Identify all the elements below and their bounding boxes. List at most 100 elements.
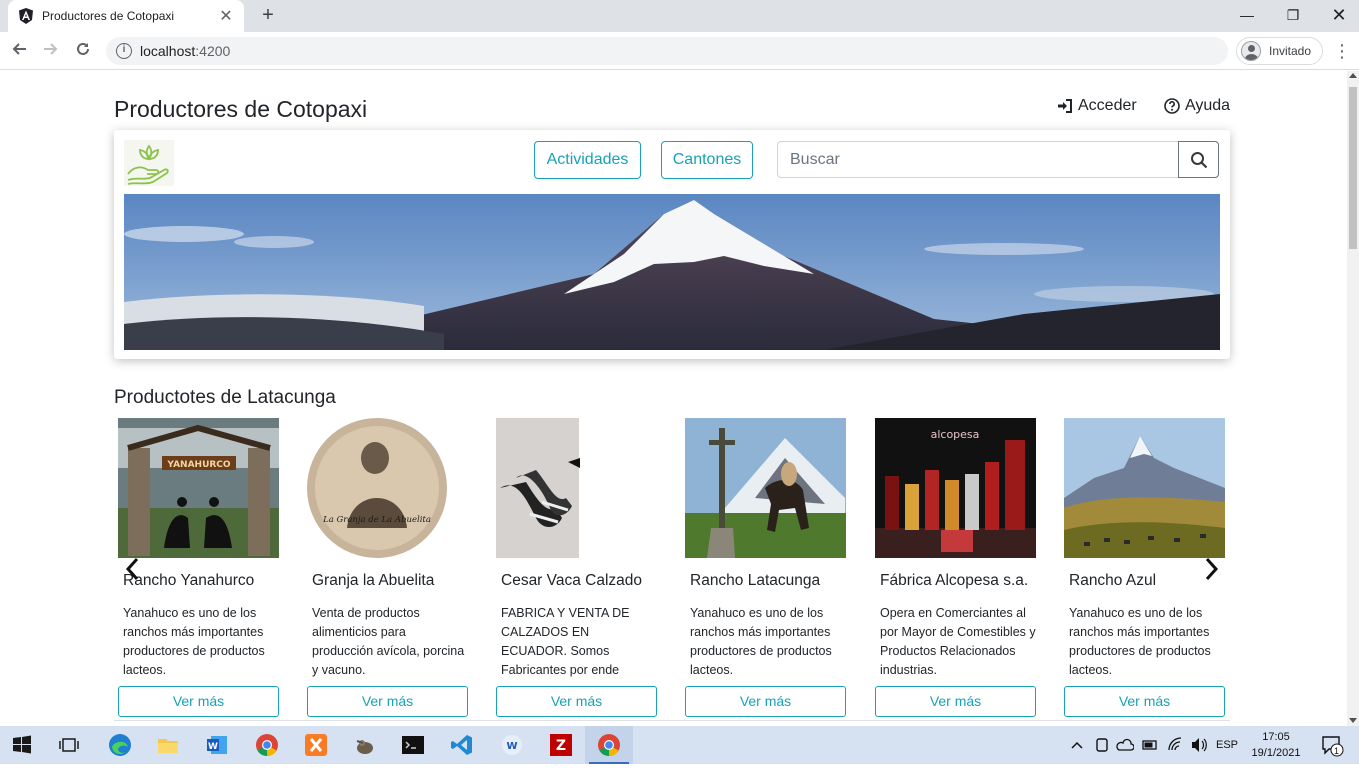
browser-tab-strip: Productores de Cotopaxi ✕ + — ❐ ✕ [0, 0, 1359, 32]
avatar-icon [1241, 41, 1261, 61]
producer-card: Cesar Vaca Calzado FABRICA Y VENTA DE CA… [496, 418, 657, 717]
file-explorer-icon[interactable] [156, 733, 180, 757]
card-title: Fábrica Alcopesa s.a. [880, 572, 1029, 589]
profile-button[interactable]: Invitado [1236, 37, 1323, 65]
help-link[interactable]: Ayuda [1164, 97, 1230, 115]
browser-toolbar: i localhost:4200 Invitado ⋮ [0, 32, 1359, 70]
new-tab-button[interactable]: + [256, 4, 280, 28]
mountain-horses-image[interactable] [1064, 418, 1225, 558]
search-icon [1190, 151, 1207, 168]
card-title: Granja la Abuelita [312, 572, 435, 589]
tab-title: Productores de Cotopaxi [42, 9, 175, 23]
task-view-icon[interactable] [57, 733, 81, 757]
sign-in-icon [1058, 99, 1072, 113]
chrome-active-icon [598, 734, 620, 756]
url-host: localhost [140, 43, 196, 59]
clock-time: 17:05 [1262, 731, 1290, 743]
window-close-icon[interactable]: ✕ [1316, 0, 1359, 32]
granja-logo-text: La Granja de La Abuelita [322, 515, 431, 525]
login-link[interactable]: Acceder [1057, 97, 1137, 115]
help-label: Ayuda [1185, 97, 1231, 114]
minimize-icon[interactable]: — [1224, 0, 1270, 32]
wifi-icon[interactable] [1166, 726, 1184, 764]
gimp-icon[interactable] [353, 733, 377, 757]
liquor-bottles-image[interactable]: alcopesa [875, 418, 1036, 558]
view-more-button[interactable]: Ver más [685, 686, 846, 717]
card-title: Cesar Vaca Calzado [501, 572, 643, 589]
section-title: Productotes de Latacunga [114, 387, 336, 408]
view-more-button[interactable]: Ver más [496, 686, 657, 717]
vscode-icon[interactable] [450, 733, 474, 757]
search-input[interactable]: Buscar [778, 142, 1178, 177]
lotus-hand-icon [127, 144, 169, 185]
language-indicator[interactable]: ESP [1216, 726, 1242, 764]
address-bar[interactable]: i localhost:4200 [106, 37, 1228, 65]
browser-tab[interactable]: Productores de Cotopaxi ✕ [8, 0, 244, 32]
site-info-icon[interactable]: i [116, 43, 132, 59]
view-more-button[interactable]: Ver más [118, 686, 279, 717]
horse-rider-image[interactable] [685, 418, 846, 558]
view-more-button[interactable]: Ver más [307, 686, 468, 717]
card-description: Venta de productos alimenticios para pro… [312, 606, 465, 677]
producer-card: alcopesa Fábrica Alcopesa s.a. Opera en … [875, 418, 1036, 717]
page-title: Productores de Cotopaxi [114, 96, 368, 122]
ranch-sign-text: YANAHURCO [166, 460, 230, 470]
profile-label: Invitado [1269, 44, 1312, 58]
card-description: Yanahuco es uno de los ranchos más impor… [690, 606, 832, 677]
reload-icon[interactable] [71, 39, 95, 63]
tray-chevron-icon[interactable] [1070, 726, 1084, 764]
view-more-button[interactable]: Ver más [875, 686, 1036, 717]
divider [114, 720, 1230, 721]
close-tab-icon[interactable]: ✕ [218, 6, 234, 26]
page-viewport: Productores de Cotopaxi Acceder Ayuda Ac… [0, 71, 1347, 726]
word-icon[interactable]: W [205, 733, 229, 757]
back-arrow-icon[interactable] [7, 39, 31, 63]
battery-icon[interactable] [1141, 726, 1159, 764]
cantons-button[interactable]: Cantones [661, 141, 753, 179]
taskbar-active-app[interactable] [585, 726, 633, 764]
shoes-image[interactable] [496, 418, 657, 558]
activities-button[interactable]: Actividades [534, 141, 641, 179]
ranch-gate-image[interactable]: YANAHURCO [118, 418, 279, 558]
clock-date: 19/1/2021 [1251, 747, 1301, 759]
xampp-icon[interactable] [304, 733, 328, 757]
restore-icon[interactable]: ❐ [1270, 0, 1316, 32]
scroll-down-icon[interactable] [1349, 718, 1357, 723]
question-circle-icon [1164, 98, 1180, 114]
card-description: Yanahuco es uno de los ranchos más impor… [123, 606, 265, 677]
view-more-button[interactable]: Ver más [1064, 686, 1225, 717]
notification-center[interactable]: 1 [1320, 726, 1348, 764]
edge-icon[interactable] [108, 733, 132, 757]
hero-card: Actividades Cantones Buscar [114, 130, 1230, 359]
windows-start-icon[interactable] [10, 733, 34, 757]
forward-arrow-icon[interactable] [39, 39, 63, 63]
terminal-icon[interactable] [401, 733, 425, 757]
defender-icon[interactable] [1094, 726, 1110, 764]
granja-logo-image[interactable]: La Granja de La Abuelita [307, 418, 468, 558]
carousel-prev-icon[interactable] [123, 556, 143, 582]
scrollbar-thumb[interactable] [1349, 87, 1357, 249]
card-title: Rancho Latacunga [690, 572, 821, 589]
card-description: Opera en Comerciantes al por Mayor de Co… [880, 606, 1036, 677]
volume-icon[interactable] [1190, 726, 1208, 764]
cotopaxi-banner-image [124, 194, 1220, 350]
alcopesa-brand-text: alcopesa [931, 428, 980, 441]
notification-icon [1322, 736, 1344, 757]
producer-card: Rancho Latacunga Yanahuco es uno de los … [685, 418, 846, 717]
search-button[interactable] [1178, 141, 1219, 178]
more-menu-icon[interactable]: ⋮ [1333, 39, 1351, 63]
site-logo[interactable] [124, 140, 174, 186]
app-icon[interactable]: W [500, 733, 524, 757]
onedrive-icon[interactable] [1116, 726, 1135, 764]
svg-text:Z: Z [556, 738, 566, 754]
scroll-up-icon[interactable] [1349, 73, 1357, 78]
card-description: FABRICA Y VENTA DE CALZADOS EN ECUADOR. … [501, 606, 630, 677]
page-scrollbar[interactable] [1347, 71, 1359, 726]
url-port: :4200 [195, 43, 231, 59]
system-clock[interactable]: 17:05 19/1/2021 [1248, 729, 1304, 761]
carousel-next-icon[interactable] [1201, 556, 1221, 582]
chrome-icon[interactable] [255, 733, 279, 757]
search-group: Buscar [777, 141, 1219, 178]
filezilla-icon[interactable]: Z [549, 733, 573, 757]
card-description: Yanahuco es uno de los ranchos más impor… [1069, 606, 1211, 677]
